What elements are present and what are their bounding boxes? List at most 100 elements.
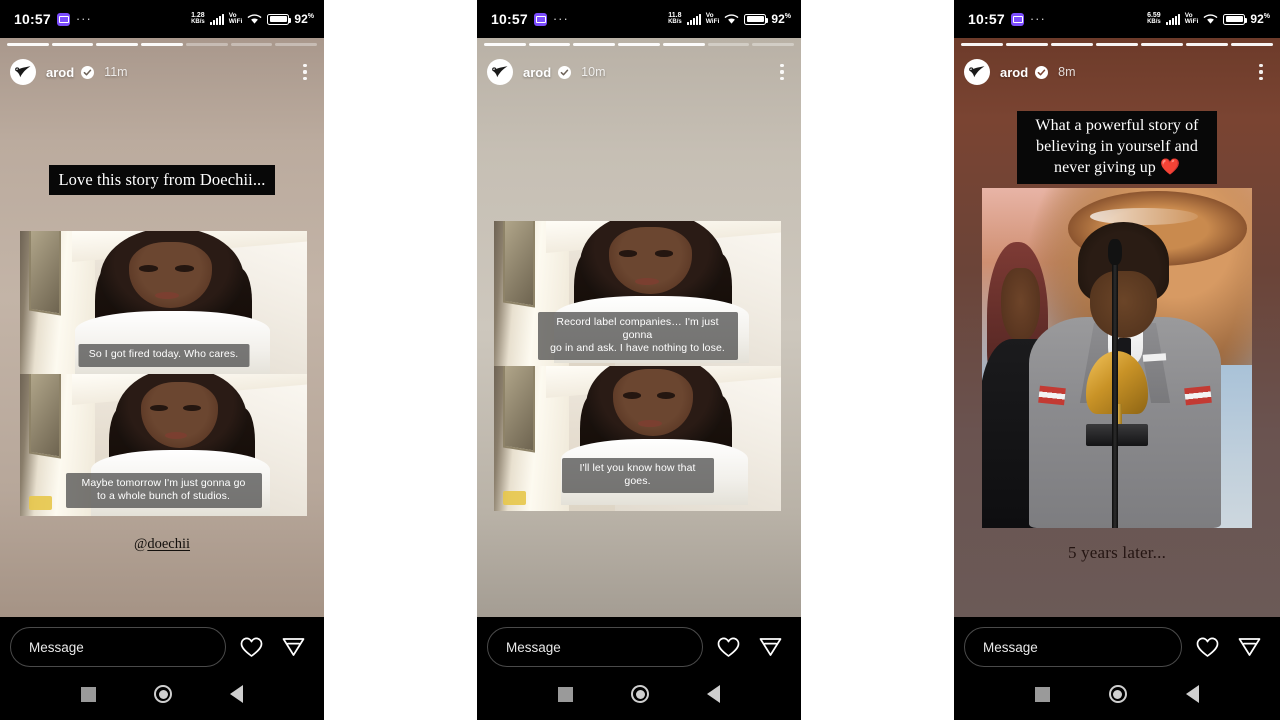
chat-app-icon bbox=[533, 12, 547, 26]
wifi-icon bbox=[247, 13, 262, 25]
media-clip-top: Record label companies… I'm just gonna g… bbox=[494, 221, 781, 366]
wifi-icon bbox=[724, 13, 739, 25]
story-headline-text: Love this story from Doechii... bbox=[49, 165, 275, 196]
media-clip-bottom: I'll let you know how that goes. bbox=[494, 366, 781, 511]
phone-screen-2: 10:57 ··· 11.8 KB/s Vo WiFi 92% arod 10m… bbox=[477, 0, 801, 720]
verified-badge-icon bbox=[81, 65, 95, 79]
progress-segment bbox=[51, 43, 94, 46]
bottom-bar-2: Message bbox=[477, 617, 801, 720]
progress-segment bbox=[275, 43, 318, 46]
stories-screenshot-set: 10:57 ··· 1.28 KB/s Vo WiFi 92% arod 11m… bbox=[0, 0, 1280, 720]
status-time: 10:57 bbox=[14, 11, 51, 27]
story-username[interactable]: arod bbox=[1000, 65, 1028, 80]
android-nav-bar-2 bbox=[477, 674, 801, 714]
story-username[interactable]: arod bbox=[46, 65, 74, 80]
status-time: 10:57 bbox=[491, 11, 528, 27]
more-options-icon[interactable] bbox=[773, 61, 791, 83]
video-caption: I'll let you know how that goes. bbox=[561, 457, 714, 493]
media-clip-top: So I got fired today. Who cares. bbox=[20, 231, 307, 374]
square-recents-icon[interactable] bbox=[1035, 686, 1051, 702]
triangle-back-icon[interactable] bbox=[1185, 685, 1199, 703]
progress-segment bbox=[185, 43, 228, 46]
arod-avatar-icon[interactable] bbox=[487, 59, 513, 85]
phone-screen-1: 10:57 ··· 1.28 KB/s Vo WiFi 92% arod 11m… bbox=[0, 0, 324, 720]
message-input[interactable]: Message bbox=[487, 627, 703, 667]
signal-bars-icon bbox=[209, 13, 224, 25]
story-media-1: So I got fired today. Who cares. Maybe t… bbox=[20, 231, 307, 516]
microphone-icon bbox=[1107, 238, 1123, 528]
mention-prefix: @ bbox=[133, 536, 148, 552]
progress-segment bbox=[1096, 43, 1138, 46]
chat-app-icon bbox=[1010, 12, 1024, 26]
progress-segment bbox=[484, 43, 526, 46]
status-bar-right-3: 6.59 KB/s Vo WiFi 92% bbox=[1147, 12, 1270, 26]
arod-avatar-icon[interactable] bbox=[10, 59, 36, 85]
paper-plane-icon[interactable] bbox=[276, 627, 310, 667]
progress-segment bbox=[1006, 43, 1048, 46]
square-recents-icon[interactable] bbox=[558, 686, 573, 702]
signal-bars-icon bbox=[686, 13, 701, 25]
progress-segment bbox=[752, 43, 795, 46]
story-viewer-2[interactable]: arod 10m Record label companies… I'm jus… bbox=[477, 38, 801, 617]
chat-app-icon bbox=[56, 12, 70, 26]
progress-segment bbox=[961, 43, 1003, 46]
verified-badge-icon bbox=[1035, 65, 1049, 79]
square-recents-icon[interactable] bbox=[81, 686, 96, 702]
triangle-back-icon[interactable] bbox=[230, 685, 243, 703]
circle-home-icon[interactable] bbox=[1108, 685, 1127, 703]
paper-plane-icon[interactable] bbox=[1232, 627, 1266, 667]
story-headline-text: What a powerful story of believing in yo… bbox=[1017, 111, 1217, 185]
story-media-3 bbox=[982, 188, 1252, 528]
video-caption: Record label companies… I'm just gonna g… bbox=[537, 311, 738, 360]
story-timestamp: 8m bbox=[1058, 65, 1076, 79]
status-bar-right-1: 1.28 KB/s Vo WiFi 92% bbox=[191, 12, 314, 26]
story-viewer-1[interactable]: arod 11m Love this story from Doechii... bbox=[0, 38, 324, 617]
story-username[interactable]: arod bbox=[523, 65, 551, 80]
story-footer-text: 5 years later... bbox=[1067, 543, 1167, 562]
message-row-1: Message bbox=[0, 617, 324, 667]
circle-home-icon[interactable] bbox=[154, 685, 172, 703]
circle-home-icon[interactable] bbox=[631, 685, 649, 703]
story-headline-banner-1: Love this story from Doechii... bbox=[0, 165, 324, 196]
more-options-icon[interactable] bbox=[1252, 61, 1270, 83]
network-speed-indicator: 1.28 KB/s bbox=[191, 12, 205, 25]
network-speed-unit: KB/s bbox=[668, 19, 682, 25]
message-row-2: Message bbox=[477, 617, 801, 667]
status-overflow-icon: ··· bbox=[75, 11, 92, 26]
progress-segment bbox=[662, 43, 705, 46]
story-progress-bars-2 bbox=[484, 43, 795, 46]
story-progress-bars-3 bbox=[961, 43, 1273, 46]
status-bar-2: 10:57 ··· 11.8 KB/s Vo WiFi 92% bbox=[477, 0, 801, 38]
more-options-icon[interactable] bbox=[296, 61, 314, 83]
mention-link-1[interactable]: @doechii bbox=[0, 536, 324, 553]
volte-wifi-icon: Vo WiFi bbox=[705, 12, 720, 25]
mention-username[interactable]: doechii bbox=[147, 536, 190, 552]
message-input[interactable]: Message bbox=[10, 627, 226, 667]
wifi-label: WiFi bbox=[705, 18, 720, 25]
battery-icon bbox=[1223, 13, 1248, 25]
message-input[interactable]: Message bbox=[964, 627, 1182, 667]
progress-segment bbox=[1051, 43, 1093, 46]
progress-segment bbox=[618, 43, 660, 46]
wifi-label: WiFi bbox=[1184, 18, 1199, 25]
video-caption: Maybe tomorrow I'm just gonna go to a wh… bbox=[65, 472, 262, 508]
status-bar-left-2: 10:57 ··· bbox=[491, 11, 569, 27]
battery-icon bbox=[267, 13, 292, 25]
triangle-back-icon[interactable] bbox=[707, 685, 720, 703]
network-speed-indicator: 6.59 KB/s bbox=[1147, 12, 1161, 25]
heart-icon[interactable] bbox=[234, 627, 268, 667]
bottom-bar-1: Message bbox=[0, 617, 324, 720]
story-progress-bars-1 bbox=[7, 43, 318, 46]
heart-icon[interactable] bbox=[1190, 627, 1224, 667]
status-bar-left-1: 10:57 ··· bbox=[14, 11, 92, 27]
heart-icon[interactable] bbox=[711, 627, 745, 667]
paper-plane-icon[interactable] bbox=[753, 627, 787, 667]
story-viewer-3[interactable]: arod 8m What a powerful story of believi… bbox=[954, 38, 1280, 617]
progress-segment bbox=[96, 43, 139, 46]
status-bar-3: 10:57 ··· 6.59 KB/s Vo WiFi 92% bbox=[954, 0, 1280, 38]
arod-avatar-icon[interactable] bbox=[964, 59, 990, 85]
progress-segment bbox=[1186, 43, 1228, 46]
story-header-1: arod 11m bbox=[0, 52, 324, 92]
video-caption: So I got fired today. Who cares. bbox=[78, 344, 249, 367]
battery-percent: 92% bbox=[1250, 12, 1270, 26]
